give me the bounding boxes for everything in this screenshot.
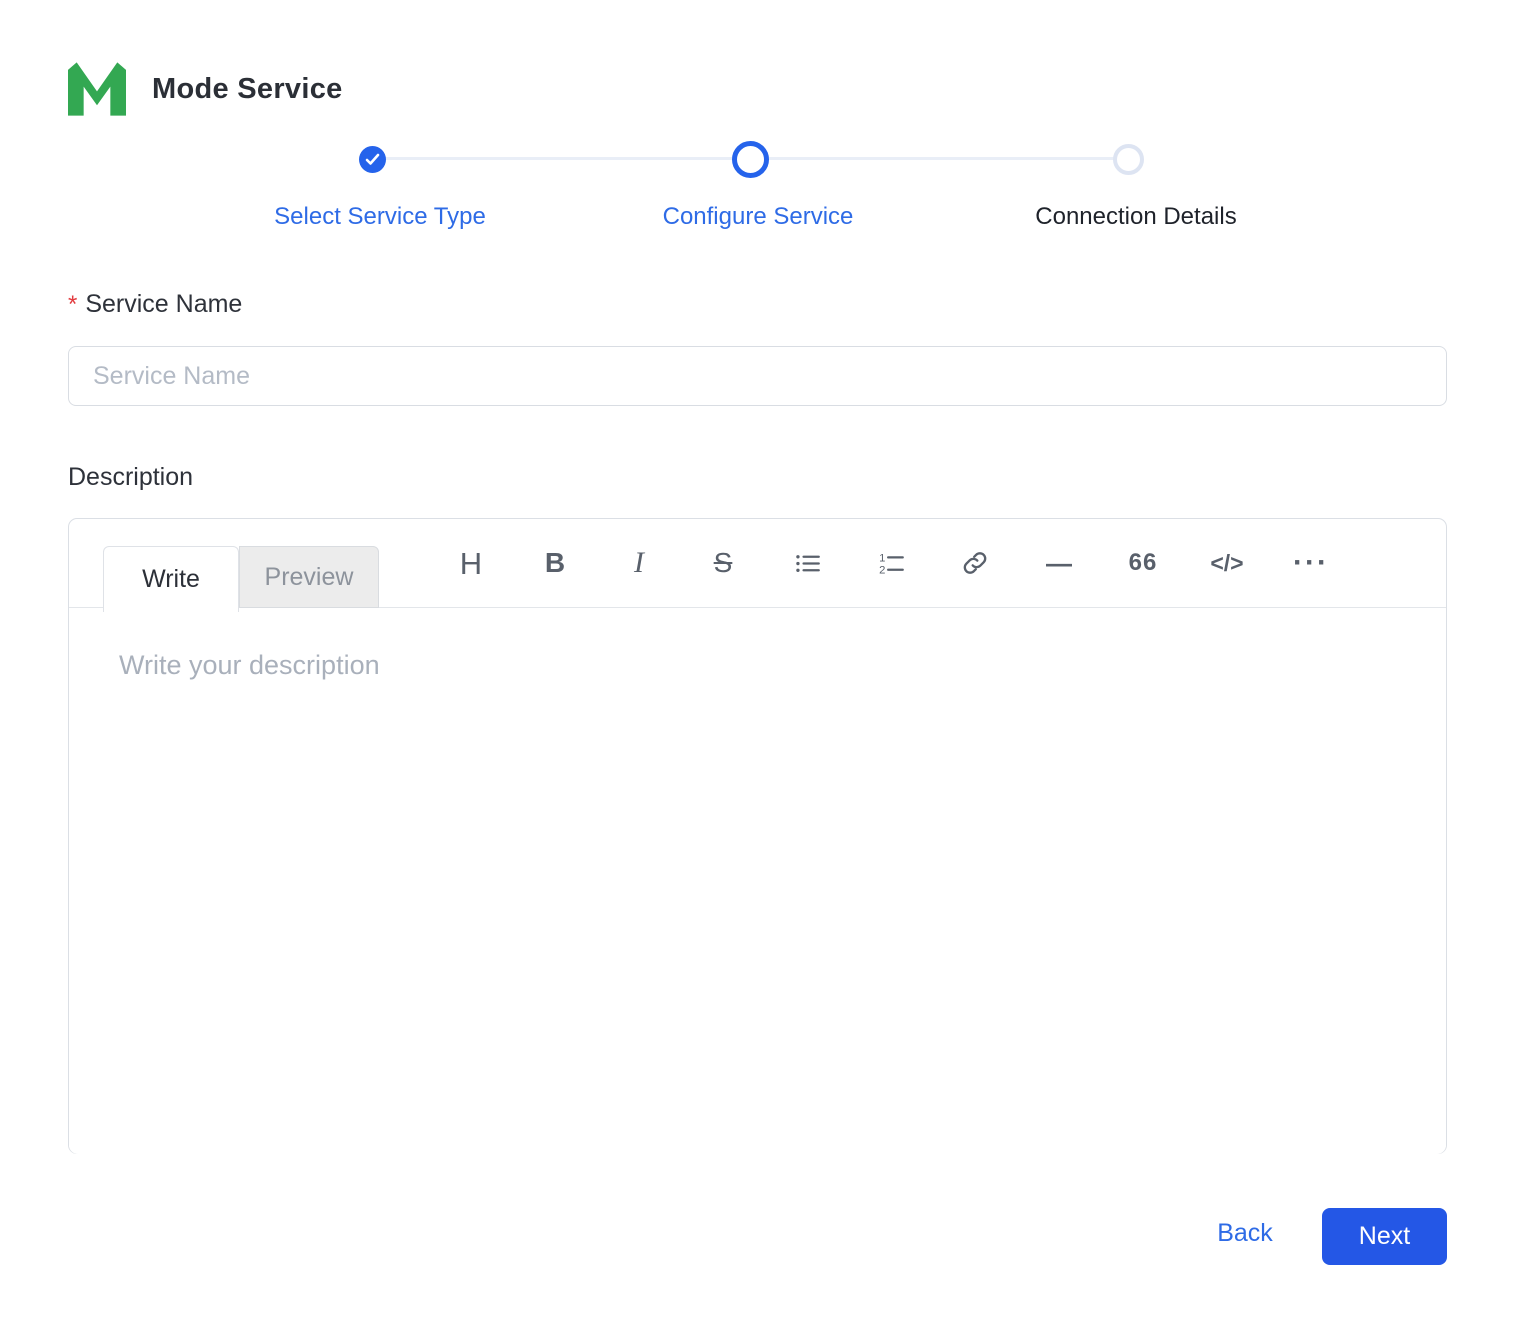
strikethrough-icon: S xyxy=(713,547,733,578)
description-label: Description xyxy=(68,463,194,491)
tab-write[interactable]: Write xyxy=(103,546,239,612)
link-icon xyxy=(961,549,989,577)
svg-text:2: 2 xyxy=(879,564,885,576)
kebab-icon: ··· xyxy=(1293,546,1329,579)
horizontal-rule-icon: — xyxy=(1046,548,1072,578)
next-button[interactable]: Next xyxy=(1322,1208,1447,1265)
service-name-label: * Service Name xyxy=(68,290,242,319)
description-editor: Write Preview H B I S 1 2 — 66 </> ··· xyxy=(68,518,1447,1154)
service-name-input[interactable] xyxy=(68,346,1447,406)
wizard-stepper: Select Service Type Configure Service Co… xyxy=(0,0,1518,250)
quote-icon: 66 xyxy=(1128,549,1158,576)
toolbar-italic-button[interactable]: I xyxy=(597,519,681,607)
ordered-list-icon: 12 xyxy=(878,550,905,577)
app-header: Mode Service xyxy=(68,62,343,116)
toolbar-kebab-button[interactable]: ··· xyxy=(1269,519,1353,607)
code-icon: </> xyxy=(1210,549,1244,576)
step-label-connection-details[interactable]: Connection Details xyxy=(926,203,1346,231)
toolbar-strikethrough-button[interactable]: S xyxy=(681,519,765,607)
toolbar-link-button[interactable] xyxy=(933,519,1017,607)
toolbar-bold-button[interactable]: B xyxy=(513,519,597,607)
page: Mode Service Select Service Type Configu… xyxy=(0,0,1518,1334)
step-label-select-service-type[interactable]: Select Service Type xyxy=(170,203,590,231)
mode-logo-icon xyxy=(68,62,126,116)
description-textarea[interactable] xyxy=(69,608,1446,1154)
tab-preview[interactable]: Preview xyxy=(239,546,379,608)
step-circle-select-service-type[interactable] xyxy=(359,146,386,173)
check-icon xyxy=(365,153,380,165)
editor-toolbar: H B I S 1 2 — 66 </> ··· xyxy=(429,519,1359,607)
required-asterisk: * xyxy=(68,291,78,318)
bold-icon: B xyxy=(544,547,566,578)
editor-body xyxy=(69,608,1446,1154)
step-label-configure-service[interactable]: Configure Service xyxy=(548,203,968,231)
toolbar-unordered-list-button[interactable] xyxy=(765,519,849,607)
toolbar-code-button[interactable]: </> xyxy=(1185,519,1269,607)
step-circle-connection-details[interactable] xyxy=(1113,144,1144,175)
page-title: Mode Service xyxy=(152,72,343,105)
heading-icon: H xyxy=(459,545,483,581)
toolbar-quote-button[interactable]: 66 xyxy=(1101,519,1185,607)
unordered-list-icon xyxy=(794,550,821,577)
toolbar-horizontal-rule-button[interactable]: — xyxy=(1017,519,1101,607)
back-button[interactable]: Back xyxy=(1200,1219,1290,1248)
service-name-label-text: Service Name xyxy=(85,290,243,318)
editor-header: Write Preview H B I S 1 2 — 66 </> ··· xyxy=(69,519,1446,612)
step-circle-configure-service[interactable] xyxy=(732,141,769,178)
svg-text:1: 1 xyxy=(879,552,885,564)
toolbar-ordered-list-button[interactable]: 12 xyxy=(849,519,933,607)
toolbar-heading-button[interactable]: H xyxy=(429,519,513,607)
italic-icon: I xyxy=(634,546,644,579)
